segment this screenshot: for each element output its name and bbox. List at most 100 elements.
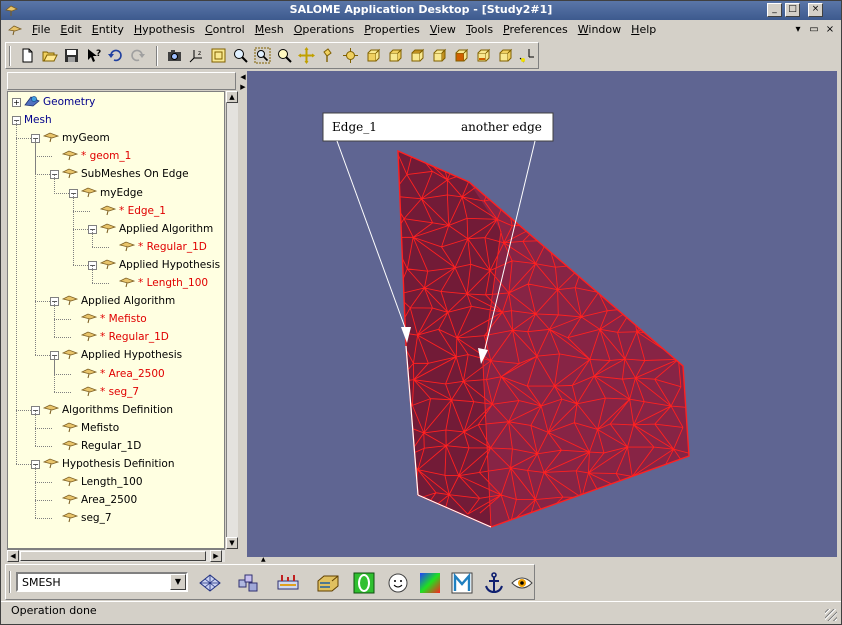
collapse-right-arrow-icon[interactable]: ▶	[240, 83, 246, 91]
menu-item-preferences[interactable]: Preferences	[498, 23, 573, 36]
menu-item-file[interactable]: File	[27, 23, 55, 36]
save-icon[interactable]	[63, 47, 80, 64]
tree-item[interactable]: * Regular_1D	[119, 239, 207, 255]
tree-item[interactable]: * Edge_1	[100, 203, 166, 219]
window-maximize-button[interactable]: □	[785, 3, 800, 17]
toolbar-handle[interactable]	[9, 46, 11, 66]
back-view-icon[interactable]	[364, 47, 381, 64]
scroll-down-arrow-icon[interactable]: ▼	[226, 537, 238, 549]
left-view-icon[interactable]	[430, 47, 447, 64]
scroll-right-arrow-icon[interactable]: ▶	[210, 550, 222, 562]
tree-item[interactable]: * Mefisto	[81, 311, 147, 327]
tree-item[interactable]: * Length_100	[119, 275, 208, 291]
component-toolbar-handle[interactable]	[9, 571, 11, 593]
mdi-close-button[interactable]: ×	[823, 23, 837, 37]
bottom-view-icon[interactable]	[408, 47, 425, 64]
undo-icon[interactable]	[107, 47, 124, 64]
smiley-module-icon[interactable]	[386, 571, 410, 595]
tree-item[interactable]: myEdge	[81, 185, 143, 201]
tree-item[interactable]: Applied Hypothesis	[100, 257, 220, 273]
right-view-icon[interactable]	[452, 47, 469, 64]
fit-all-icon[interactable]	[210, 47, 227, 64]
zoom-icon[interactable]	[254, 47, 271, 64]
build-module-icon[interactable]	[236, 571, 260, 595]
menu-item-edit[interactable]: Edit	[55, 23, 86, 36]
tree-item[interactable]: Area_2500	[62, 492, 137, 508]
front-view-icon[interactable]	[342, 47, 359, 64]
tree-item[interactable]: * Regular_1D	[81, 329, 169, 345]
tree-item[interactable]: SubMeshes On Edge	[62, 166, 189, 182]
tree-item[interactable]: * Area_2500	[81, 366, 165, 382]
fit-area-icon[interactable]	[232, 47, 249, 64]
menu-item-mesh[interactable]: Mesh	[250, 23, 289, 36]
menu-item-hypothesis[interactable]: Hypothesis	[129, 23, 200, 36]
compute-module-icon[interactable]	[316, 571, 340, 595]
new-icon[interactable]	[19, 47, 36, 64]
top-view-icon[interactable]	[386, 47, 403, 64]
tree-horizontal-scrollbar[interactable]: ◀ ▶	[7, 549, 225, 562]
tree-item[interactable]: Applied Algorithm	[100, 221, 213, 237]
expand-icon[interactable]: +	[12, 98, 21, 107]
tree-item[interactable]: Geometry	[24, 94, 95, 110]
object-browser-tree[interactable]: Geometry + Mesh − myGeom − * geom_1 SubMeshes O…	[7, 91, 225, 549]
resize-grip-icon[interactable]	[825, 609, 837, 621]
title-bar[interactable]: SALOME Application Desktop - [Study2#1] …	[1, 1, 841, 20]
tree-item[interactable]: Regular_1D	[62, 438, 141, 454]
chevron-down-icon[interactable]: ▼	[170, 574, 186, 590]
scalar-bar-icon[interactable]	[418, 571, 442, 595]
tree-item[interactable]: Applied Algorithm	[62, 293, 175, 309]
menu-item-help[interactable]: Help	[626, 23, 661, 36]
view-extra-icon[interactable]	[496, 47, 513, 64]
eye-icon[interactable]	[510, 571, 534, 595]
scroll-left-arrow-icon[interactable]: ◀	[7, 550, 19, 562]
tree-item[interactable]: Applied Hypothesis	[62, 347, 182, 363]
info-module-icon[interactable]	[352, 571, 376, 595]
3d-viewer[interactable]: Edge_1 another edge	[247, 71, 837, 557]
menu-item-control[interactable]: Control	[200, 23, 250, 36]
tree-vertical-scrollbar[interactable]: ▲ ▼	[226, 91, 238, 549]
window-close-button[interactable]: ×	[808, 3, 823, 17]
global-pan-icon[interactable]	[298, 47, 315, 64]
rotate-icon[interactable]	[320, 47, 337, 64]
splitter-arrow-icon[interactable]: ▲	[261, 556, 266, 563]
document-menu-icon[interactable]	[7, 23, 23, 37]
collapse-left-arrow-icon[interactable]: ◀	[240, 73, 246, 81]
anchor-icon[interactable]	[482, 571, 506, 595]
trihedron-icon[interactable]: z	[188, 47, 205, 64]
menu-item-tools[interactable]: Tools	[461, 23, 498, 36]
tree-item[interactable]: Hypothesis Definition	[43, 456, 174, 472]
whats-this-icon[interactable]: ?	[85, 47, 102, 64]
menu-item-view[interactable]: View	[425, 23, 461, 36]
camera-icon[interactable]	[166, 47, 183, 64]
component-selector[interactable]: SMESH ▼	[16, 572, 188, 592]
menu-item-operations[interactable]: Operations	[289, 23, 360, 36]
tree-item[interactable]: Mefisto	[62, 420, 119, 436]
measure-module-icon[interactable]	[450, 571, 474, 595]
redo-icon[interactable]	[129, 47, 146, 64]
object-browser-header[interactable]	[7, 72, 236, 90]
pan-icon[interactable]	[276, 47, 293, 64]
tree-item[interactable]: Length_100	[62, 474, 143, 490]
panel-splitter[interactable]: ◀ ▶	[240, 71, 246, 563]
tree-item[interactable]: * geom_1	[62, 148, 131, 164]
viewer-bottom-splitter[interactable]: ▲	[247, 556, 837, 563]
rotation-point-icon[interactable]	[518, 47, 535, 64]
horizontal-scroll-thumb[interactable]	[20, 551, 206, 561]
mesh-view-canvas[interactable]: Edge_1 another edge	[247, 71, 837, 557]
menu-item-entity[interactable]: Entity	[87, 23, 129, 36]
scroll-up-arrow-icon[interactable]: ▲	[226, 91, 238, 103]
menu-item-window[interactable]: Window	[573, 23, 626, 36]
mdi-restore-button[interactable]: ▭	[807, 23, 821, 37]
tree-item[interactable]: Algorithms Definition	[43, 402, 173, 418]
open-icon[interactable]	[41, 47, 58, 64]
mesh-module-icon[interactable]	[198, 571, 222, 595]
tree-item[interactable]: seg_7	[62, 510, 112, 526]
mdi-minimize-button[interactable]: ▾	[791, 23, 805, 37]
hypothesis-module-icon[interactable]	[276, 571, 300, 595]
window-minimize-button[interactable]: _	[767, 3, 782, 17]
tree-item[interactable]: Mesh	[24, 112, 52, 128]
tree-item[interactable]: myGeom	[43, 130, 110, 146]
reset-view-icon[interactable]	[474, 47, 491, 64]
tree-item[interactable]: * seg_7	[81, 384, 139, 400]
menu-item-properties[interactable]: Properties	[359, 23, 425, 36]
